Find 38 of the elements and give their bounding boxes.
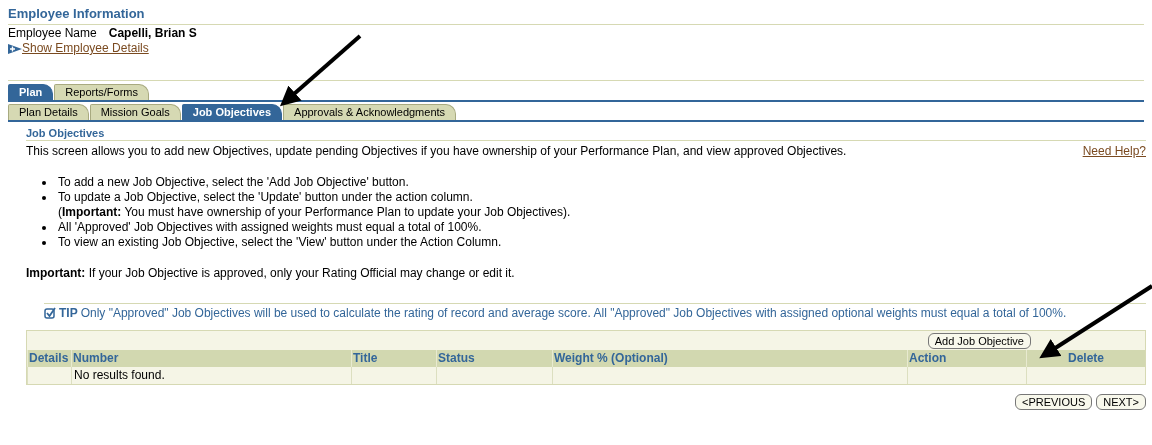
checkbox-icon [44, 307, 56, 319]
nav-button[interactable]: NEXT> [1096, 394, 1146, 410]
column-header: Details [27, 350, 71, 367]
instruction-text: To update a Job Objective, select the 'Update' button under the action column. [58, 190, 474, 205]
tab[interactable]: Approvals & Acknowledgments [283, 104, 457, 120]
important-note: Important: If your Job Objective is approved, only your Rating Official may change or edit it. [26, 266, 516, 281]
instruction-note: (Important: You must have ownership of your Performance Plan to update your Job Objectives). [58, 205, 571, 220]
column-header: Status [436, 350, 552, 367]
section-title: Job Objectives [26, 126, 106, 140]
tab[interactable]: Plan Details [8, 104, 89, 120]
empty-message: No results found. [74, 368, 165, 382]
add-job-objective-button[interactable]: Add Job Objective [927, 333, 1031, 349]
instruction-text: To add a new Job Objective, select the 'Add Job Objective' button. [58, 175, 409, 190]
tab[interactable]: Mission Goals [89, 104, 181, 120]
page-title: Employee Information [8, 6, 146, 22]
expand-icon[interactable] [8, 43, 22, 54]
column-header: Action [907, 350, 1026, 367]
nav-button[interactable]: <PREVIOUS [1014, 394, 1093, 410]
tab[interactable]: Reports/Forms [54, 84, 149, 100]
show-details-link[interactable]: Show Employee Details [22, 41, 149, 56]
employee-name: Capelli, Brian S [108, 26, 197, 41]
tip-label: TIP [59, 305, 78, 322]
column-header: Title [351, 350, 436, 367]
column-header: Delete [1026, 350, 1145, 367]
field-label: Employee Name [8, 26, 97, 41]
bullet-icon [42, 181, 46, 185]
instruction-text: To view an existing Job Objective, select the 'View' button under the Action Column. [58, 235, 502, 250]
bullet-icon [42, 226, 46, 230]
column-header: Weight % (Optional) [552, 350, 907, 367]
instruction-text: All 'Approved' Job Objectives with assigned weights must equal a total of 100%. [58, 220, 482, 235]
bullet-icon [42, 241, 46, 245]
help-link[interactable]: Need Help? [1082, 143, 1146, 159]
column-header: Number [71, 350, 351, 367]
tab[interactable]: Job Objectives [181, 104, 283, 120]
bullet-icon [42, 196, 46, 200]
tip-text: Only "Approved" Job Objectives will be used to calculate the rating of record and average score. All "Approved" Job Objectives with assigned optional weights must equal a total of 100%. [80, 305, 1067, 322]
tab[interactable]: Plan [8, 84, 54, 100]
intro-text: This screen allows you to add new Objectives, update pending Objectives if you have ownership of your Performance Plan, and view approved Objectives. [26, 143, 847, 159]
